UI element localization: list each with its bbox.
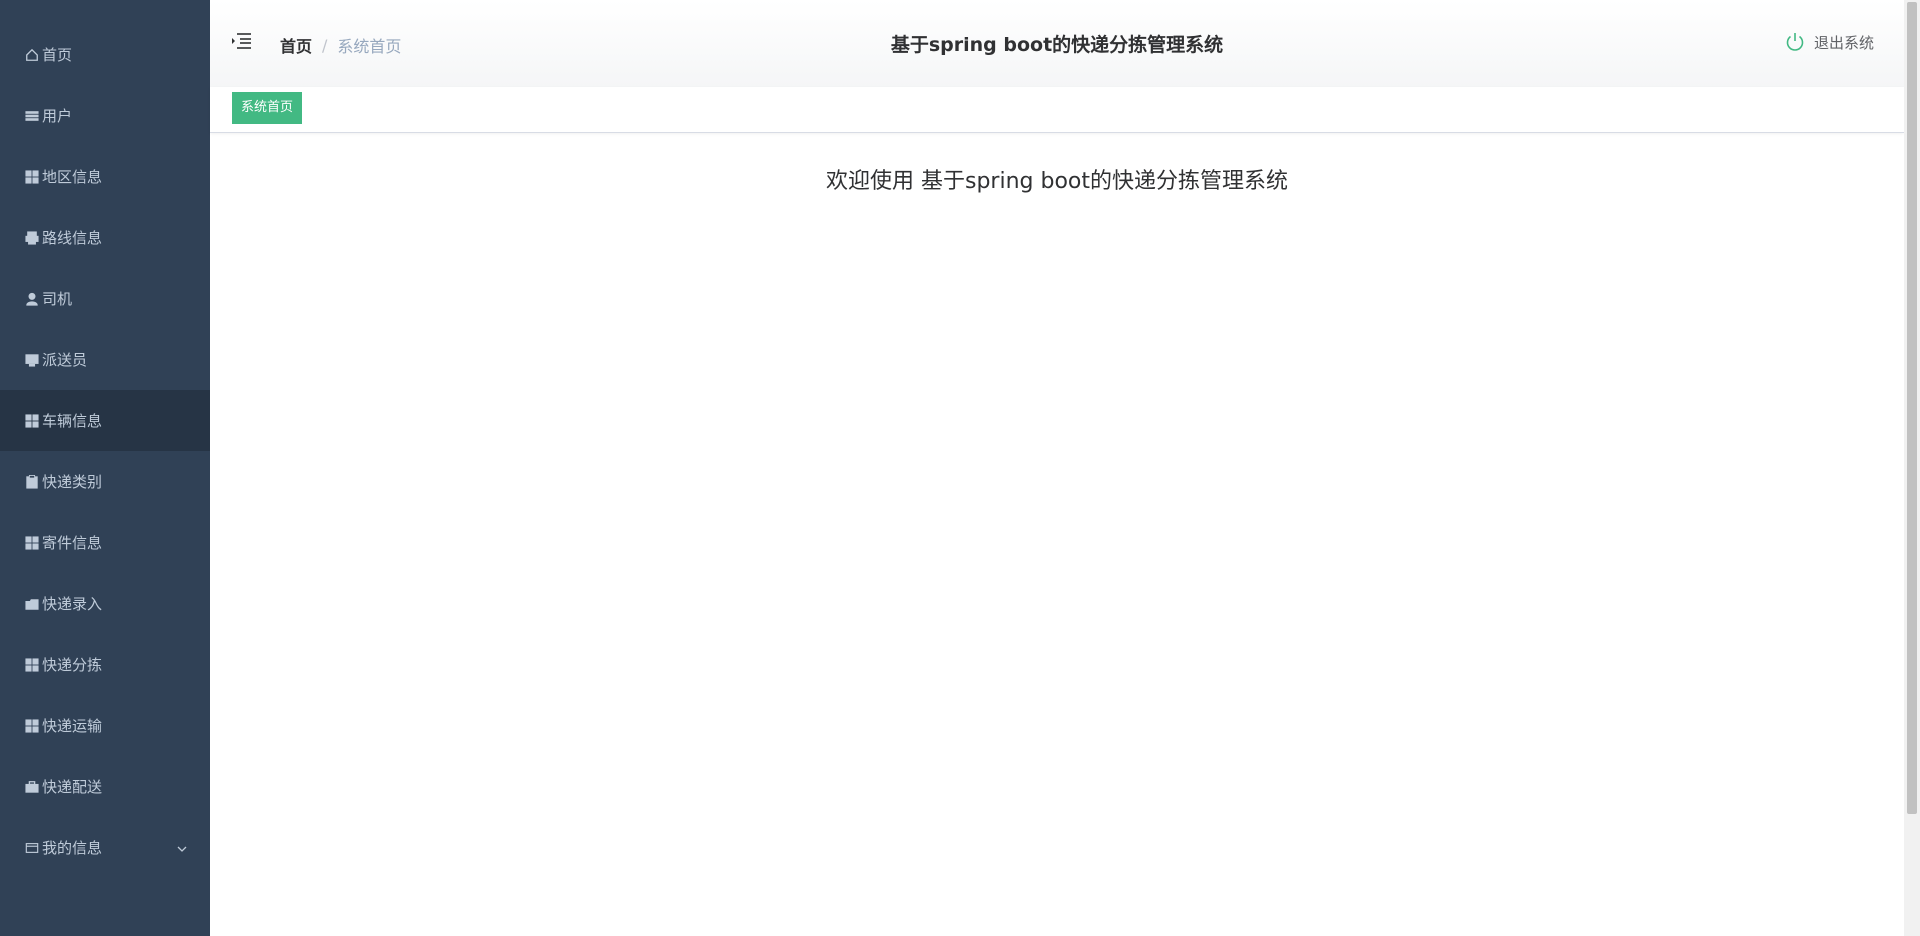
sidebar-item-label: 车辆信息 bbox=[42, 412, 103, 430]
sidebar-item-route[interactable]: 路线信息 bbox=[0, 207, 210, 268]
sidebar-item-express-transport[interactable]: 快递运输 bbox=[0, 695, 210, 756]
sidebar-item-label: 快递类别 bbox=[42, 473, 103, 491]
list-icon bbox=[24, 108, 40, 124]
sidebar-item-label: 司机 bbox=[42, 290, 73, 308]
chevron-down-icon bbox=[176, 841, 188, 853]
grid-icon bbox=[24, 169, 40, 185]
sidebar-item-express-sorting[interactable]: 快递分拣 bbox=[0, 634, 210, 695]
power-icon bbox=[1786, 33, 1804, 51]
sidebar-item-express-entry[interactable]: 快递录入 bbox=[0, 573, 210, 634]
sidebar-item-region[interactable]: 地区信息 bbox=[0, 146, 210, 207]
monitor-icon bbox=[24, 352, 40, 368]
sidebar-item-label: 派送员 bbox=[42, 351, 88, 369]
user-icon bbox=[24, 291, 40, 307]
grid-icon bbox=[24, 718, 40, 734]
sidebar-item-my-info[interactable]: 我的信息 bbox=[0, 817, 210, 878]
welcome-message: 欢迎使用 基于spring boot的快递分拣管理系统 bbox=[826, 169, 1288, 194]
sidebar-item-driver[interactable]: 司机 bbox=[0, 268, 210, 329]
system-title: 基于spring boot的快递分拣管理系统 bbox=[890, 34, 1224, 56]
sidebar-item-label: 快递录入 bbox=[42, 595, 103, 613]
folder-icon bbox=[24, 596, 40, 612]
sidebar-item-users[interactable]: 用户 bbox=[0, 85, 210, 146]
grid-icon bbox=[24, 413, 40, 429]
sidebar-menu: 首页 用户 地区信息 路线信息 司机 派送员 车辆信息 快递类别 寄件信息 快递… bbox=[0, 0, 210, 878]
print-icon bbox=[24, 230, 40, 246]
sidebar-item-label: 用户 bbox=[42, 107, 73, 125]
main-content: 欢迎使用 基于spring boot的快递分拣管理系统 bbox=[210, 133, 1904, 936]
home-icon bbox=[24, 47, 40, 63]
clipboard-icon bbox=[24, 474, 40, 490]
scrollbar[interactable] bbox=[1904, 0, 1920, 936]
sidebar-item-label: 路线信息 bbox=[42, 229, 103, 247]
sidebar-item-express-delivery[interactable]: 快递配送 bbox=[0, 756, 210, 817]
grid-icon bbox=[24, 535, 40, 551]
top-navbar: 首页 / 系统首页 基于spring boot的快递分拣管理系统 退出系统 bbox=[210, 0, 1904, 88]
sidebar-item-label: 快递运输 bbox=[42, 717, 103, 735]
logout-label: 退出系统 bbox=[1813, 33, 1874, 52]
tags-view: 系统首页 bbox=[210, 87, 1904, 133]
logout-button[interactable]: 退出系统 bbox=[1784, 31, 1874, 53]
sidebar-item-label: 寄件信息 bbox=[42, 534, 103, 552]
sidebar-item-label: 地区信息 bbox=[42, 168, 103, 186]
sidebar-item-label: 我的信息 bbox=[42, 839, 103, 857]
sidebar-item-courier[interactable]: 派送员 bbox=[0, 329, 210, 390]
sidebar: 首页 用户 地区信息 路线信息 司机 派送员 车辆信息 快递类别 寄件信息 快递… bbox=[0, 0, 210, 936]
scrollbar-thumb[interactable] bbox=[1907, 2, 1917, 814]
sidebar-item-express-category[interactable]: 快递类别 bbox=[0, 451, 210, 512]
sidebar-item-label: 快递配送 bbox=[42, 778, 103, 796]
sidebar-item-vehicle[interactable]: 车辆信息 bbox=[0, 390, 210, 451]
sidebar-item-home[interactable]: 首页 bbox=[0, 24, 210, 85]
sidebar-item-label: 快递分拣 bbox=[42, 656, 103, 674]
grid-icon bbox=[24, 657, 40, 673]
sidebar-item-label: 首页 bbox=[42, 46, 73, 64]
briefcase-icon bbox=[24, 779, 40, 795]
tag-system-home[interactable]: 系统首页 bbox=[232, 92, 303, 124]
sidebar-item-shipment[interactable]: 寄件信息 bbox=[0, 512, 210, 573]
wallet-icon bbox=[24, 840, 40, 856]
